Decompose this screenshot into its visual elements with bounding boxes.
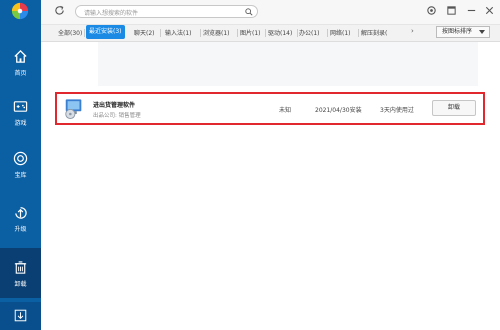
sidebar: 首页 游戏 宝库 升级 卸载 bbox=[0, 0, 41, 330]
sort-label: 按图标排序 bbox=[442, 28, 473, 35]
tab-compression[interactable]: 解压刻录( bbox=[361, 28, 387, 37]
treasure-icon bbox=[13, 151, 28, 166]
tab-chat[interactable]: 聊天(2) bbox=[134, 28, 155, 37]
tab-separator bbox=[327, 29, 328, 37]
chevron-down-icon bbox=[479, 30, 485, 34]
tab-separator bbox=[297, 29, 298, 37]
software-publisher: 出品公司: 销售管理 bbox=[93, 113, 141, 119]
sidebar-item-treasure[interactable]: 宝库 bbox=[0, 144, 41, 186]
list-item[interactable]: 进出货管理软件 出品公司: 销售管理 未知 2021/04/30安装 3天内使用… bbox=[55, 92, 485, 125]
software-usage: 3天内使用过 bbox=[380, 107, 414, 114]
tab-separator bbox=[265, 29, 266, 37]
sidebar-item-home[interactable]: 首页 bbox=[0, 42, 41, 84]
software-app-icon bbox=[65, 99, 82, 120]
tab-images[interactable]: 图片(1) bbox=[240, 28, 261, 37]
category-tabs: 全部(30) 最近安装(3) 聊天(2) 输入法(1) 浏览器(1) 图片(1)… bbox=[41, 25, 500, 42]
search-input[interactable]: 请输入想搜索的软件 bbox=[84, 8, 138, 17]
tabs-next-arrow-icon[interactable]: › bbox=[411, 27, 414, 35]
download-manager-button[interactable] bbox=[0, 302, 41, 330]
sort-dropdown[interactable]: 按图标排序 bbox=[436, 26, 490, 38]
uninstall-icon bbox=[14, 261, 27, 274]
sidebar-item-uninstall[interactable]: 卸载 bbox=[0, 248, 41, 298]
list-header-area bbox=[98, 42, 478, 86]
search-box[interactable]: 请输入想搜索的软件 bbox=[75, 5, 258, 18]
software-name: 进出货管理软件 bbox=[93, 102, 136, 109]
restore-window-icon[interactable] bbox=[446, 5, 457, 16]
app-logo-icon bbox=[11, 2, 29, 20]
sidebar-item-label: 升级 bbox=[14, 226, 27, 233]
main-panel: 请输入想搜索的软件 全部(30) 最近安装(3) 聊天(2) 输入法(1) 浏览… bbox=[41, 0, 500, 330]
sidebar-item-label: 宝库 bbox=[14, 172, 27, 179]
tab-network[interactable]: 网络(1) bbox=[330, 28, 351, 37]
home-icon bbox=[14, 49, 27, 63]
close-icon[interactable] bbox=[484, 5, 495, 16]
title-bar: 请输入想搜索的软件 bbox=[41, 0, 500, 25]
tab-drivers[interactable]: 驱动(14) bbox=[268, 28, 292, 37]
tab-input-method[interactable]: 输入法(1) bbox=[165, 28, 192, 37]
download-icon bbox=[14, 309, 27, 322]
gamepad-icon bbox=[13, 101, 28, 112]
tab-office[interactable]: 办公(1) bbox=[299, 28, 320, 37]
software-install-date: 2021/04/30安装 bbox=[315, 107, 362, 114]
tab-separator bbox=[200, 29, 201, 37]
tab-browser[interactable]: 浏览器(1) bbox=[203, 28, 230, 37]
search-icon[interactable] bbox=[245, 8, 253, 16]
sidebar-item-label: 卸载 bbox=[14, 281, 27, 288]
tab-separator bbox=[237, 29, 238, 37]
tab-recently-installed[interactable]: 最近安装(3) bbox=[86, 25, 125, 39]
tab-all[interactable]: 全部(30) bbox=[58, 28, 82, 37]
refresh-icon[interactable] bbox=[54, 5, 65, 16]
settings-icon[interactable] bbox=[426, 5, 437, 16]
sidebar-item-label: 首页 bbox=[14, 70, 27, 77]
tab-separator bbox=[358, 29, 359, 37]
uninstall-button[interactable]: 卸载 bbox=[432, 100, 476, 116]
software-size: 未知 bbox=[279, 107, 292, 114]
sidebar-item-label: 游戏 bbox=[14, 120, 27, 127]
upgrade-icon bbox=[15, 207, 27, 219]
sidebar-item-upgrade[interactable]: 升级 bbox=[0, 198, 41, 240]
minimize-icon[interactable] bbox=[466, 5, 477, 16]
sidebar-item-games[interactable]: 游戏 bbox=[0, 92, 41, 134]
tab-separator bbox=[160, 29, 161, 37]
tab-separator bbox=[84, 29, 85, 37]
software-list: 进出货管理软件 出品公司: 销售管理 未知 2021/04/30安装 3天内使用… bbox=[41, 42, 500, 330]
